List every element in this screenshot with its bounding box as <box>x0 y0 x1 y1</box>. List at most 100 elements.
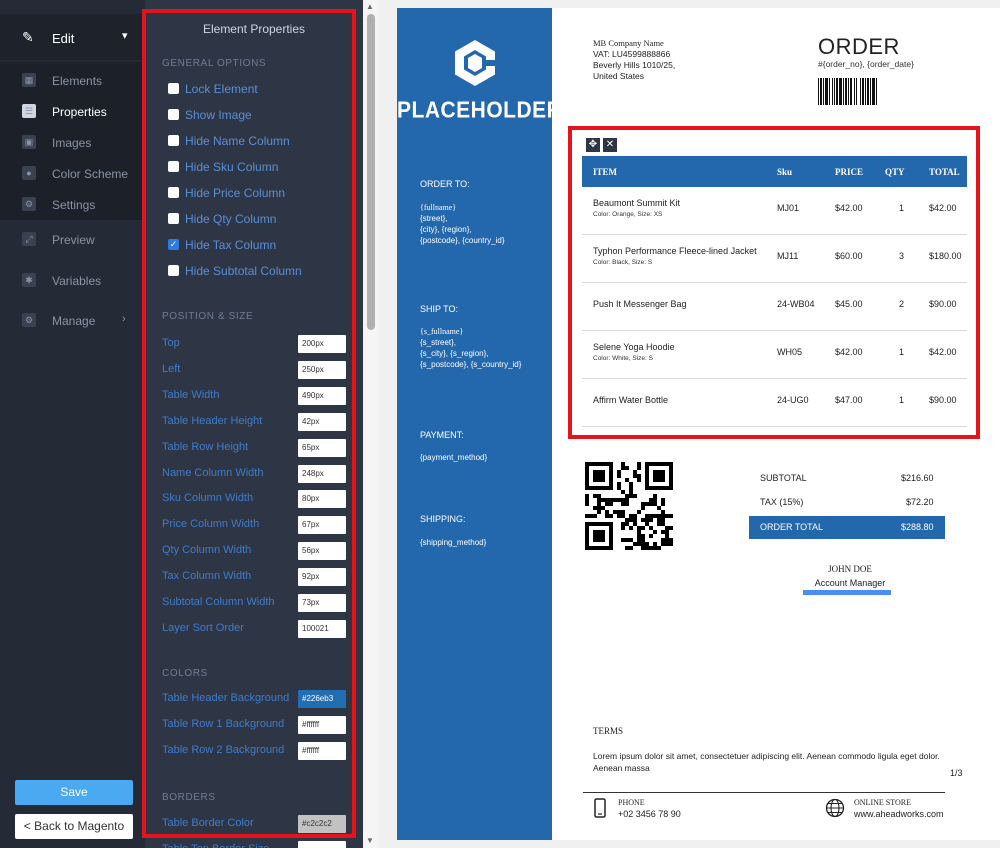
nav-item-settings[interactable]: ⚙ Settings <box>0 189 145 219</box>
checkbox-label: Hide Name Column <box>185 134 290 148</box>
gear-icon: ⚙ <box>22 313 36 327</box>
property-row: Table Row Height 65px <box>162 438 352 457</box>
terms-heading: TERMS <box>593 726 624 736</box>
scroll-up-icon[interactable]: ▲ <box>366 2 374 11</box>
property-input[interactable]: #c2c2c2 <box>298 815 346 833</box>
checkbox-label: Hide Price Column <box>185 186 286 200</box>
list-icon: ☰ <box>22 104 36 118</box>
property-label: Subtotal Column Width <box>162 596 275 608</box>
property-row: Left 250px <box>162 360 352 379</box>
phone-label: PHONE <box>618 798 645 807</box>
checkbox[interactable] <box>168 161 179 172</box>
scroll-down-icon[interactable]: ▼ <box>366 836 374 845</box>
globe-icon <box>825 798 845 818</box>
property-row: Table Header Height 42px <box>162 412 352 431</box>
checkbox-label: Hide Subtotal Column <box>185 264 302 278</box>
property-row: Subtotal Column Width 73px <box>162 594 352 612</box>
checkbox-checked[interactable]: ✓ <box>168 239 179 250</box>
asterisk-icon: ✱ <box>22 273 36 287</box>
checkbox[interactable] <box>168 83 179 94</box>
property-row: Qty Column Width 56px <box>162 542 352 561</box>
property-input[interactable] <box>298 840 346 848</box>
save-button[interactable]: Save <box>15 780 133 805</box>
property-row: Table Top Border Size <box>162 840 352 848</box>
signer-role: Account Manager <box>814 578 886 588</box>
table-selection-frame[interactable] <box>568 126 980 439</box>
nav-edit[interactable]: ✎ Edit ▾ <box>0 14 145 60</box>
order-to-address: {street}, {city}, {region}, {postcode}, … <box>420 214 505 245</box>
nav-item-label: Preview <box>52 233 95 247</box>
property-row: Table Row 1 Background #ffffff <box>162 715 352 734</box>
section-borders: BORDERS <box>162 792 216 803</box>
property-input[interactable]: 200px <box>298 335 346 353</box>
nav-item-manage[interactable]: ⚙ Manage › <box>0 305 145 335</box>
scroll-thumb[interactable] <box>367 14 375 330</box>
property-label: Table Row 1 Background <box>162 717 285 730</box>
property-input[interactable]: 65px <box>298 438 346 457</box>
order-to-name: {fullname} <box>420 203 457 212</box>
property-row: Top 200px <box>162 335 352 353</box>
nav-item-variables[interactable]: ✱ Variables <box>0 265 145 295</box>
payment-heading: PAYMENT: <box>420 430 464 440</box>
property-input[interactable]: 490px <box>298 386 346 405</box>
property-input[interactable]: 92px <box>298 568 346 587</box>
nav-item-properties[interactable]: ☰ Properties <box>0 96 145 126</box>
property-row: Table Header Background #226eb3 <box>162 690 352 708</box>
property-label: Price Column Width <box>162 518 260 531</box>
barcode-image <box>818 78 877 105</box>
property-input[interactable]: 80px <box>298 490 346 509</box>
subtotal-value: $216.60 <box>901 473 934 483</box>
store-label: ONLINE STORE <box>854 798 911 807</box>
back-to-magento-button[interactable]: < Back to Magento <box>15 814 133 839</box>
order-total-value: $288.80 <box>901 522 934 532</box>
panel-title: Element Properties <box>202 22 306 36</box>
section-general-options: GENERAL OPTIONS <box>162 58 267 69</box>
order-total-label: ORDER TOTAL <box>760 522 824 532</box>
property-label: Sku Column Width <box>162 492 254 505</box>
property-row: Name Column Width 248px <box>162 464 352 483</box>
property-input[interactable]: 56px <box>298 542 346 561</box>
nav-item-color-scheme[interactable]: ● Color Scheme <box>0 158 145 188</box>
property-input[interactable]: 42px <box>298 412 346 431</box>
tax-value: $72.20 <box>906 497 934 507</box>
property-input[interactable]: #226eb3 <box>298 690 346 708</box>
property-row: Table Border Color #c2c2c2 <box>162 815 352 833</box>
property-input[interactable]: 100021 <box>298 619 346 638</box>
checkbox[interactable] <box>168 265 179 276</box>
nav-item-elements[interactable]: ▦ Elements <box>0 65 145 95</box>
company-address: VAT: LU4599888866 Beverly Hills 1010/25,… <box>593 49 676 81</box>
move-icon[interactable]: ✥ <box>586 138 600 152</box>
property-input[interactable]: #ffffff <box>298 741 346 760</box>
signature-line <box>803 590 891 595</box>
property-input[interactable]: #ffffff <box>298 715 346 734</box>
payment-value: {payment_method} <box>420 453 488 462</box>
nav-item-label: Color Scheme <box>52 167 129 181</box>
property-label: Tax Column Width <box>162 570 252 583</box>
panel-scrollbar[interactable]: ▲ ▼ <box>363 0 379 848</box>
property-input[interactable]: 67px <box>298 516 346 535</box>
property-label: Table Header Background <box>162 692 290 704</box>
nav-item-images[interactable]: ▣ Images <box>0 127 145 157</box>
checkbox[interactable] <box>168 135 179 146</box>
property-input[interactable]: 248px <box>298 464 346 483</box>
property-label: Table Header Height <box>162 414 263 427</box>
nav-item-label: Properties <box>52 105 107 119</box>
nav-item-label: Images <box>52 136 92 150</box>
drop-icon: ● <box>22 166 36 180</box>
property-row: Table Width 490px <box>162 386 352 405</box>
phone-value: +02 3456 78 90 <box>618 809 681 819</box>
order-to-heading: ORDER TO: <box>420 179 470 189</box>
checkbox[interactable] <box>168 213 179 224</box>
qr-code-image <box>585 462 673 550</box>
close-icon[interactable]: ✕ <box>603 138 617 152</box>
checkbox[interactable] <box>168 187 179 198</box>
property-input[interactable]: 250px <box>298 360 346 379</box>
phone-icon <box>594 798 606 818</box>
property-row: Price Column Width 67px <box>162 516 352 535</box>
checkbox[interactable] <box>168 109 179 120</box>
shipping-heading: SHIPPING: <box>420 514 466 524</box>
section-colors: COLORS <box>162 668 208 679</box>
nav-item-preview[interactable]: ⤢ Preview <box>0 224 145 254</box>
property-input[interactable]: 73px <box>298 594 346 612</box>
signer-name: JOHN DOE <box>828 564 872 574</box>
